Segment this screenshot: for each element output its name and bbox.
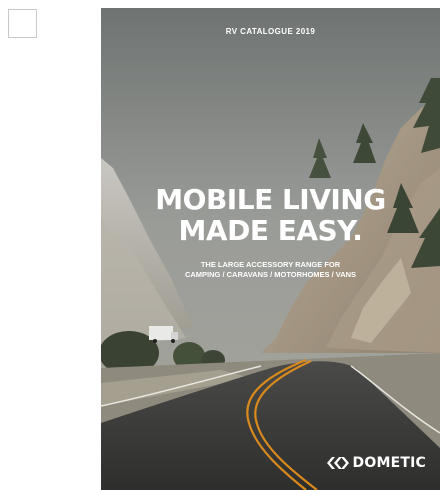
catalogue-label: RV CATALOGUE 2019 <box>225 27 316 36</box>
subtitle-line-2: CAMPING / CARAVANS / MOTORHOMES / VANS <box>184 270 357 279</box>
brand-name: DOMETIC <box>352 455 426 471</box>
brand-logo: DOMETIC <box>326 455 426 471</box>
subtitle-line-1: THE LARGE ACCESSORY RANGE FOR <box>200 260 341 269</box>
headline-line-1: MOBILE LIVING <box>155 183 386 216</box>
dometic-chevron-icon <box>326 457 349 469</box>
page: RV CATALOGUE 2019 MOBILE LIVING MADE EAS… <box>0 0 441 490</box>
cover-headline: MOBILE LIVING MADE EASY. <box>101 184 440 246</box>
cover-photo <box>101 8 440 490</box>
catalogue-cover[interactable]: RV CATALOGUE 2019 MOBILE LIVING MADE EAS… <box>101 8 440 490</box>
select-checkbox[interactable] <box>8 9 37 38</box>
headline-line-2: MADE EASY. <box>178 214 363 247</box>
cover-subtitle: THE LARGE ACCESSORY RANGE FOR CAMPING / … <box>101 260 440 280</box>
